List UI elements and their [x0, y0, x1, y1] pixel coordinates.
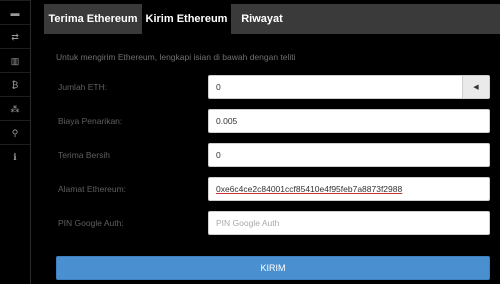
pair-icon[interactable]: ⁂	[0, 96, 30, 121]
menu-bar-icon[interactable]: ▬	[0, 0, 30, 25]
net-value: 0	[216, 150, 221, 160]
tab-send-ethereum[interactable]: Kirim Ethereum	[142, 4, 231, 34]
main-panel: Terima Ethereum Kirim Ethereum Riwayat U…	[44, 0, 500, 284]
bar-chart-icon[interactable]: ▥	[0, 48, 30, 73]
fee-value: 0.005	[216, 116, 238, 126]
address-label: Alamat Ethereum:	[58, 184, 127, 194]
bitcoin-icon[interactable]: ₿	[0, 72, 30, 97]
address-input[interactable]: 0xe6c4ce2c84001ccf85410e4f95feb7a8873f29…	[208, 177, 490, 201]
info-icon[interactable]: ℹ	[0, 144, 30, 169]
tab-label: Riwayat	[241, 13, 283, 25]
transfer-icon[interactable]: ⇄	[0, 24, 30, 49]
dropdown-arrow-icon[interactable]: ◀	[462, 76, 489, 98]
amount-label: Jumlah ETH:	[58, 82, 108, 92]
fee-field: 0.005	[208, 109, 490, 133]
send-button-label: KIRIM	[260, 263, 286, 273]
pin-label: PIN Google Auth:	[58, 218, 124, 228]
tab-history[interactable]: Riwayat	[231, 4, 293, 34]
net-label: Terima Bersih	[58, 150, 110, 160]
amount-value: 0	[216, 82, 221, 92]
form-intro: Untuk mengirim Ethereum, lengkapi isian …	[56, 52, 296, 62]
tab-label: Terima Ethereum	[48, 13, 138, 25]
address-value: 0xe6c4ce2c84001ccf85410e4f95feb7a8873f29…	[216, 184, 403, 194]
link-icon[interactable]: ⚲	[0, 120, 30, 145]
net-field: 0	[208, 143, 490, 167]
tab-bar: Terima Ethereum Kirim Ethereum Riwayat	[44, 4, 500, 34]
send-button[interactable]: KIRIM	[56, 256, 490, 280]
tab-label: Kirim Ethereum	[145, 13, 228, 25]
amount-select[interactable]: 0 ◀	[208, 75, 490, 99]
pin-placeholder: PIN Google Auth	[216, 218, 280, 228]
pin-input[interactable]: PIN Google Auth	[208, 211, 490, 235]
tab-receive-ethereum[interactable]: Terima Ethereum	[44, 4, 142, 34]
fee-label: Biaya Penarikan:	[58, 116, 123, 126]
send-form: Untuk mengirim Ethereum, lengkapi isian …	[44, 34, 500, 284]
sidebar: ▬ ⇄ ▥ ₿ ⁂ ⚲ ℹ	[0, 0, 31, 284]
